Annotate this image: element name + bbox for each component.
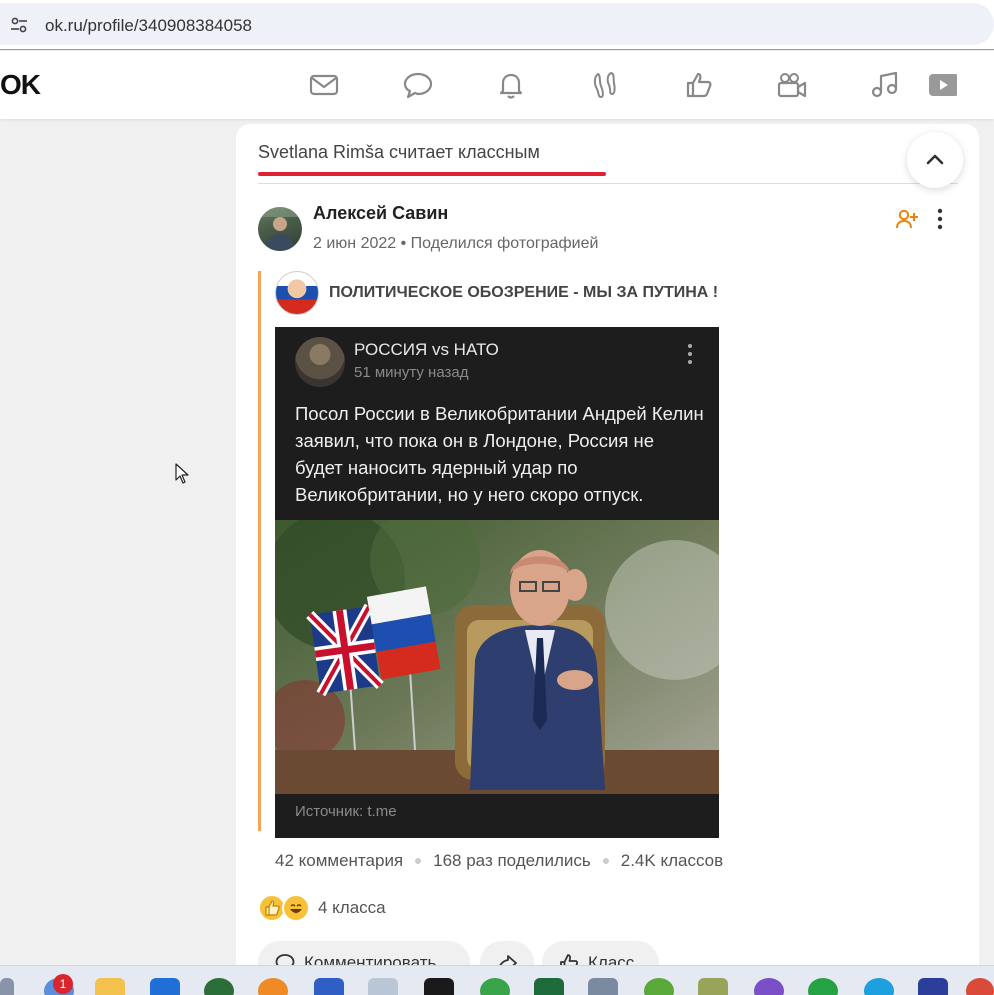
notification-badge: 1	[53, 974, 73, 994]
laughing-face-icon	[282, 894, 310, 922]
meta-separator: •	[396, 235, 411, 252]
guests-icon[interactable]	[588, 68, 622, 102]
video-icon[interactable]	[775, 68, 809, 102]
ambassador-photo	[275, 520, 719, 794]
url-text[interactable]: ok.ru/profile/340908384058	[45, 16, 252, 36]
feed-header[interactable]: Svetlana Rimša считает классным	[258, 142, 540, 163]
messages-icon[interactable]	[307, 68, 341, 102]
channel-avatar	[295, 337, 345, 387]
channel-name: РОССИЯ vs НАТО	[354, 340, 499, 359]
reactions-summary[interactable]: 4 класса	[258, 894, 386, 922]
taskbar-app-icon[interactable]	[698, 978, 728, 995]
taskbar-app-icon[interactable]	[368, 978, 398, 995]
notifications-icon[interactable]	[494, 68, 528, 102]
video-play-icon[interactable]	[924, 68, 958, 102]
viber-icon[interactable]	[754, 978, 784, 995]
whatsapp-icon[interactable]	[808, 978, 838, 995]
browser-address-bar: ok.ru/profile/340908384058	[0, 0, 994, 50]
url-field[interactable]: ok.ru/profile/340908384058	[0, 3, 994, 45]
ok-logo[interactable]: OK	[0, 69, 41, 101]
utorrent-icon[interactable]	[644, 978, 674, 995]
channel-post-time: 51 минуту назад	[354, 364, 469, 381]
windows-taskbar: 1	[0, 965, 994, 995]
post-photo[interactable]: РОССИЯ vs НАТО 51 минуту назад Посол Рос…	[275, 327, 719, 838]
post-stats: 42 комментария 168 раз поделились 2.4K к…	[275, 851, 723, 871]
post-action: Поделился фотографией	[410, 235, 599, 252]
save-icon[interactable]	[918, 978, 948, 995]
chrome-icon[interactable]	[966, 978, 994, 995]
stats-dot	[602, 858, 609, 864]
reactions-count[interactable]: 4 класса	[318, 898, 386, 918]
embedded-text: Посол России в Великобритании Андрей Кел…	[295, 403, 704, 505]
post-date[interactable]: 2 июн 2022	[313, 235, 396, 252]
group-avatar[interactable]	[275, 271, 319, 315]
post-meta: 2 июн 2022 • Поделился фотографией	[313, 235, 598, 253]
firefox-icon[interactable]	[258, 978, 288, 995]
taskbar-app-icon[interactable]	[534, 978, 564, 995]
stats-dot	[415, 858, 422, 864]
more-options-icon[interactable]	[933, 207, 947, 231]
kebab-menu-icon	[688, 344, 692, 364]
music-icon[interactable]	[868, 68, 902, 102]
author-avatar[interactable]	[258, 207, 302, 251]
shares-count[interactable]: 168 раз поделились	[433, 851, 591, 871]
photo-source: Источник: t.me	[295, 803, 397, 820]
taskbar-app-icon[interactable]	[314, 978, 344, 995]
taskbar-app-icon[interactable]	[0, 978, 14, 995]
likes-count[interactable]: 2.4K классов	[621, 851, 723, 871]
folder-icon[interactable]	[95, 978, 125, 995]
feed-header-underline	[258, 172, 606, 176]
add-friend-icon[interactable]	[895, 207, 919, 231]
mouse-cursor-icon	[175, 463, 189, 484]
scroll-up-button[interactable]	[907, 132, 963, 188]
chevron-up-icon	[926, 154, 944, 165]
group-name[interactable]: ПОЛИТИЧЕСКОЕ ОБОЗРЕНИЕ - МЫ ЗА ПУТИНА !	[329, 284, 718, 302]
reactions-icon[interactable]	[682, 68, 716, 102]
skype-icon[interactable]	[864, 978, 894, 995]
author-name[interactable]: Алексей Савин	[313, 203, 448, 224]
divider	[258, 183, 958, 184]
taskbar-app-icon[interactable]	[204, 978, 234, 995]
site-settings-icon[interactable]	[10, 16, 28, 34]
repost-indicator	[258, 271, 261, 831]
taskbar-app-icon[interactable]	[588, 978, 618, 995]
discussions-icon[interactable]	[401, 68, 435, 102]
store-icon[interactable]	[150, 978, 180, 995]
taskbar-app-icon[interactable]	[480, 978, 510, 995]
feed-card: Svetlana Rimša считает классным Алексей …	[236, 124, 979, 985]
comments-count[interactable]: 42 комментария	[275, 851, 403, 871]
top-navigation: OK	[0, 51, 994, 119]
pycharm-icon[interactable]	[424, 978, 454, 995]
